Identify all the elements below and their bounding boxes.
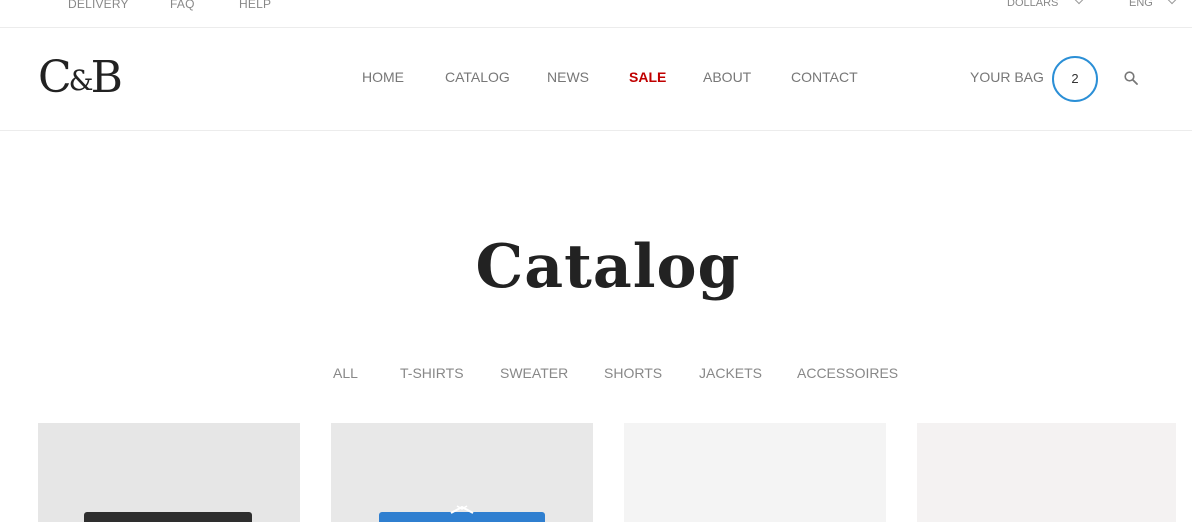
filter-t-shirts[interactable]: T-SHIRTS bbox=[400, 365, 464, 381]
nav-catalog[interactable]: CATALOG bbox=[445, 69, 510, 85]
nav-contact[interactable]: CONTACT bbox=[791, 69, 858, 85]
product-image bbox=[84, 512, 252, 522]
nav-home[interactable]: HOME bbox=[362, 69, 404, 85]
site-header: C&B HOME CATALOG NEWS SALE ABOUT CONTACT… bbox=[0, 28, 1192, 131]
logo-letter-c: C bbox=[38, 52, 72, 103]
nav-about[interactable]: ABOUT bbox=[703, 69, 751, 85]
nav-news[interactable]: NEWS bbox=[547, 69, 589, 85]
drawstring-icon bbox=[450, 505, 474, 514]
chevron-down-icon bbox=[1167, 0, 1177, 5]
help-link[interactable]: HELP bbox=[239, 0, 271, 11]
product-card[interactable] bbox=[917, 423, 1176, 522]
bag-count-badge[interactable]: 2 bbox=[1052, 56, 1098, 102]
filter-all[interactable]: ALL bbox=[333, 365, 358, 381]
faq-link[interactable]: FAQ bbox=[170, 0, 195, 11]
nav-sale[interactable]: SALE bbox=[629, 69, 666, 85]
page-title: Catalog bbox=[475, 232, 741, 302]
logo-ampersand: & bbox=[68, 64, 94, 97]
filter-shorts[interactable]: SHORTS bbox=[604, 365, 662, 381]
filter-sweater[interactable]: SWEATER bbox=[500, 365, 568, 381]
delivery-link[interactable]: DELIVERY bbox=[68, 0, 129, 11]
product-card[interactable] bbox=[331, 423, 593, 522]
logo[interactable]: C&B bbox=[38, 52, 123, 109]
product-card[interactable] bbox=[624, 423, 886, 522]
chevron-down-icon bbox=[1074, 0, 1084, 5]
your-bag-link[interactable]: YOUR BAG bbox=[970, 69, 1044, 85]
filter-accessoires[interactable]: ACCESSOIRES bbox=[797, 365, 898, 381]
filter-jackets[interactable]: JACKETS bbox=[699, 365, 762, 381]
top-bar: DELIVERY FAQ HELP DOLLARS ENG bbox=[0, 0, 1192, 28]
logo-letter-b: B bbox=[90, 52, 123, 103]
search-icon[interactable] bbox=[1124, 71, 1138, 85]
language-label: ENG bbox=[1129, 0, 1153, 9]
product-card[interactable] bbox=[38, 423, 300, 522]
currency-label: DOLLARS bbox=[1007, 0, 1059, 9]
